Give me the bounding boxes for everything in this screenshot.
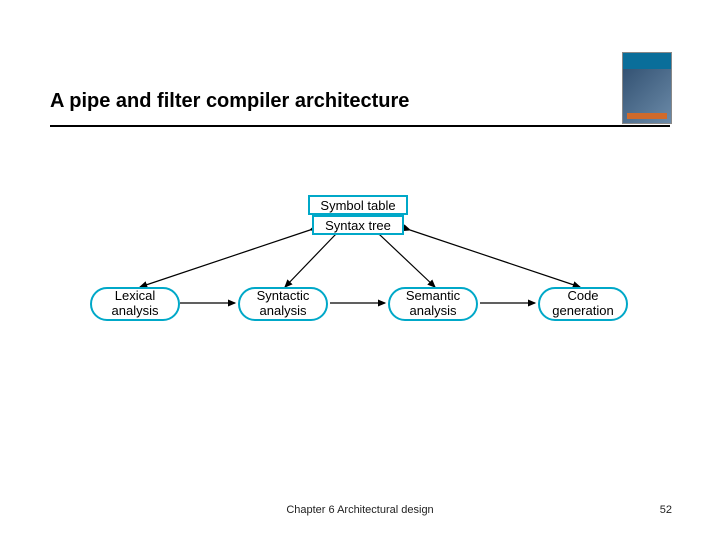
top-box-label: Symbol table <box>320 198 395 213</box>
book-cover-thumbnail <box>622 52 672 124</box>
stage-label: Codegeneration <box>552 289 613 319</box>
stage-syntactic-analysis: Syntacticanalysis <box>238 287 328 321</box>
top-box-label: Syntax tree <box>325 218 391 233</box>
stage-label: Lexicalanalysis <box>112 289 159 319</box>
stage-code-generation: Codegeneration <box>538 287 628 321</box>
top-box-symbol-table: Symbol table <box>308 195 408 215</box>
top-box-syntax-tree: Syntax tree <box>312 215 404 235</box>
footer-page-number: 52 <box>660 504 672 516</box>
stage-semantic-analysis: Semanticanalysis <box>388 287 478 321</box>
title-divider <box>50 125 670 127</box>
compiler-diagram: Symbol table Syntax tree Lexicalanalysis… <box>80 195 640 335</box>
stage-label: Semanticanalysis <box>406 289 460 319</box>
footer-chapter: Chapter 6 Architectural design <box>0 504 720 516</box>
stage-lexical-analysis: Lexicalanalysis <box>90 287 180 321</box>
slide-title: A pipe and filter compiler architecture <box>50 90 409 113</box>
stage-label: Syntacticanalysis <box>257 289 310 319</box>
slide: A pipe and filter compiler architecture … <box>0 0 720 540</box>
